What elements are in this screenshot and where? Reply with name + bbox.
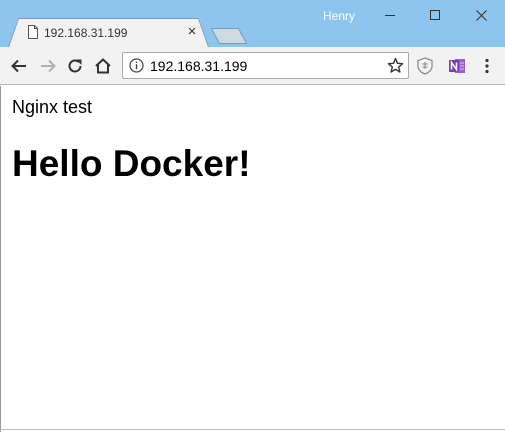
page-heading: Hello Docker!: [12, 143, 251, 184]
tab-title: 192.168.31.199: [44, 26, 128, 40]
reload-button[interactable]: [65, 56, 85, 76]
onenote-icon: [449, 59, 465, 73]
url-input[interactable]: [150, 58, 380, 74]
forward-arrow-icon: [41, 59, 56, 73]
minimize-icon: [385, 15, 395, 16]
new-tab-button[interactable]: [211, 28, 247, 44]
address-bar[interactable]: [122, 52, 409, 79]
home-icon: [95, 58, 111, 74]
bookmark-star-icon[interactable]: [387, 57, 404, 74]
info-icon[interactable]: [129, 58, 144, 73]
page-text: Nginx test: [12, 97, 93, 117]
minimize-button[interactable]: [367, 0, 413, 30]
maximize-button[interactable]: [412, 0, 458, 30]
back-arrow-icon: [11, 59, 26, 73]
forward-button[interactable]: [38, 56, 58, 76]
back-button[interactable]: [9, 56, 29, 76]
shield-extension-icon: [417, 57, 433, 75]
page-content: Nginx test Hello Docker!: [0, 86, 505, 432]
menu-button[interactable]: [477, 56, 497, 76]
shield-extension-button[interactable]: [415, 56, 435, 76]
window-bottom-border: [0, 429, 505, 430]
title-bar: 192.168.31.199 × Henry: [0, 0, 505, 47]
browser-toolbar: [0, 47, 505, 85]
menu-dots-icon: [485, 58, 489, 74]
onenote-button[interactable]: [447, 56, 467, 76]
tab-close-icon[interactable]: ×: [185, 24, 199, 40]
home-button[interactable]: [93, 56, 113, 76]
reload-icon: [68, 59, 82, 73]
close-icon: [475, 9, 487, 21]
close-window-button[interactable]: [458, 0, 504, 30]
page-icon: [28, 25, 38, 39]
profile-name[interactable]: Henry: [323, 9, 355, 23]
maximize-icon: [430, 10, 440, 20]
